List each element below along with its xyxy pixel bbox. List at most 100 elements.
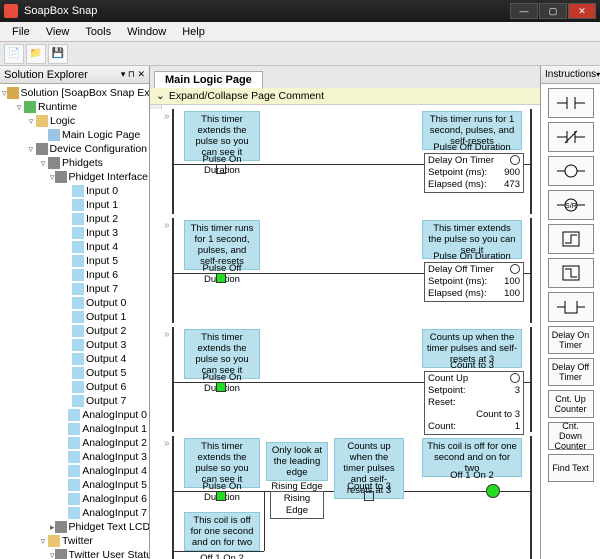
instruction-text[interactable]: Delay On Timer xyxy=(548,326,594,354)
ladder-rung[interactable]: »This timer runs for 1 second, pulses, a… xyxy=(172,218,532,323)
tree-twisty[interactable]: ▿ xyxy=(26,142,36,156)
coil-wrap xyxy=(486,484,500,498)
tree-item[interactable]: AnalogInput 5 xyxy=(0,478,149,492)
instruction-text[interactable]: Find Text xyxy=(548,454,594,482)
ladder-rung[interactable]: »This timer extends the pulse so you can… xyxy=(172,436,532,559)
tree-item[interactable]: Output 5 xyxy=(0,366,149,380)
tree-item[interactable]: ▿ Phidgets xyxy=(0,156,149,170)
tree-item[interactable]: Input 3 xyxy=(0,226,149,240)
comment-box[interactable]: This coil is off for one second and on f… xyxy=(184,512,260,551)
tree-item[interactable]: Input 1 xyxy=(0,198,149,212)
tree-label: Twitter xyxy=(62,534,93,548)
instructions-panel: Instructions ▾✕ S/R Delay On Timer Delay O… xyxy=(540,66,600,559)
output-coil[interactable] xyxy=(486,484,500,498)
tree-item[interactable]: AnalogInput 2 xyxy=(0,436,149,450)
menu-view[interactable]: View xyxy=(38,24,78,40)
open-button[interactable]: 📁 xyxy=(26,44,46,64)
menu-tools[interactable]: Tools xyxy=(77,24,119,40)
tree-label: Output 7 xyxy=(86,394,126,408)
tree-item[interactable]: ▿ Twitter xyxy=(0,534,149,548)
pin-icon[interactable]: ▾✕ xyxy=(596,70,600,79)
menu-file[interactable]: File xyxy=(4,24,38,40)
tree-item[interactable]: AnalogInput 6 xyxy=(0,492,149,506)
tree-item[interactable]: ▿ Runtime xyxy=(0,100,149,114)
chevron-down-icon: ⌄ xyxy=(156,90,165,102)
contact[interactable] xyxy=(216,382,226,392)
tree-item[interactable]: ▸Phidget Text LCD 2 x 20 xyxy=(0,520,149,534)
ladder-rung[interactable]: »This timer extends the pulse so you can… xyxy=(172,109,532,214)
instruction-text[interactable]: Cnt. Up Counter xyxy=(548,390,594,418)
instruction-symbol[interactable] xyxy=(548,156,594,186)
instruction-symbol[interactable]: S/R xyxy=(548,190,594,220)
instruction-text[interactable]: Delay Off Timer xyxy=(548,358,594,386)
tree-item[interactable]: AnalogInput 3 xyxy=(0,450,149,464)
pin-icon[interactable]: ▾ ⊓ ✕ xyxy=(121,69,145,80)
instruction-list: S/R Delay On Timer Delay Off Timer Cnt. Up … xyxy=(541,84,600,559)
save-button[interactable]: 💾 xyxy=(48,44,68,64)
tab-main-logic[interactable]: Main Logic Page xyxy=(154,71,263,88)
instructions-header[interactable]: Instructions ▾✕ xyxy=(541,66,600,84)
tree-item[interactable]: Output 2 xyxy=(0,324,149,338)
tree-item[interactable]: Input 7 xyxy=(0,282,149,296)
tree-item[interactable]: ▿Device Configuration xyxy=(0,142,149,156)
tree-item[interactable]: Input 0 xyxy=(0,184,149,198)
tree-twisty[interactable]: ▿ xyxy=(38,534,48,548)
function-box[interactable]: Rising Edge xyxy=(270,491,324,519)
tree-item[interactable]: ▿Twitter User Status Monitor xyxy=(0,548,149,559)
tree-label: Phidgets xyxy=(62,156,103,170)
ladder-rung[interactable]: »This timer extends the pulse so you can… xyxy=(172,327,532,432)
tree-item[interactable]: AnalogInput 0 xyxy=(0,408,149,422)
instruction-text[interactable]: Cnt. Down Counter xyxy=(548,422,594,450)
contact[interactable] xyxy=(216,273,226,283)
tree-item[interactable]: ▿Phidget Interface Kit 8-8-8 xyxy=(0,170,149,184)
tree-icon xyxy=(72,367,84,379)
tree-twisty[interactable]: ▿ xyxy=(26,114,36,128)
tree-item[interactable]: Output 7 xyxy=(0,394,149,408)
tree-item[interactable]: Input 5 xyxy=(0,254,149,268)
menu-help[interactable]: Help xyxy=(174,24,213,40)
menu-window[interactable]: Window xyxy=(119,24,174,40)
contact[interactable] xyxy=(216,491,226,501)
tree-item[interactable]: Output 3 xyxy=(0,338,149,352)
maximize-button[interactable]: ▢ xyxy=(539,3,567,19)
contact[interactable] xyxy=(216,164,226,174)
close-button[interactable]: ✕ xyxy=(568,3,596,19)
new-button[interactable]: 📄 xyxy=(4,44,24,64)
tree-icon xyxy=(72,381,84,393)
tree-item[interactable]: ▿Solution [SoapBox Snap Example] xyxy=(0,86,149,100)
tree-twisty[interactable]: ▿ xyxy=(14,100,24,114)
tree-icon xyxy=(68,479,80,491)
tree-icon xyxy=(72,241,84,253)
tree-icon xyxy=(68,493,80,505)
tree-item[interactable]: Input 6 xyxy=(0,268,149,282)
tree-label: Runtime xyxy=(38,100,77,114)
tree-item[interactable]: Main Logic Page xyxy=(0,128,149,142)
contact[interactable] xyxy=(364,491,374,501)
tree-item[interactable]: AnalogInput 7 xyxy=(0,506,149,520)
tree-item[interactable]: Output 4 xyxy=(0,352,149,366)
instruction-symbol[interactable] xyxy=(548,258,594,288)
function-block[interactable]: Count UpSetpoint:3Reset:Count to 3Count:… xyxy=(424,371,524,435)
instruction-symbol[interactable] xyxy=(548,224,594,254)
comment-box[interactable]: Only look at the leading edge xyxy=(266,442,328,481)
solution-explorer-header[interactable]: Solution Explorer ▾ ⊓ ✕ xyxy=(0,66,149,84)
tree-item[interactable]: Input 4 xyxy=(0,240,149,254)
expand-collapse-row[interactable]: ⌄ Expand/Collapse Page Comment xyxy=(150,88,540,105)
function-block[interactable]: Delay Off TimerSetpoint (ms):100Elapsed … xyxy=(424,262,524,302)
tree-item[interactable]: ▿Logic xyxy=(0,114,149,128)
tree-item[interactable]: AnalogInput 4 xyxy=(0,464,149,478)
tree-item[interactable]: Output 0 xyxy=(0,296,149,310)
tree-view[interactable]: ▿Solution [SoapBox Snap Example]▿Runtime… xyxy=(0,84,149,559)
function-block[interactable]: Delay On TimerSetpoint (ms):900Elapsed (… xyxy=(424,153,524,193)
canvas-scroll[interactable]: »This timer extends the pulse so you can… xyxy=(150,105,540,559)
minimize-button[interactable]: — xyxy=(510,3,538,19)
instruction-symbol[interactable] xyxy=(548,292,594,322)
tree-label: Input 1 xyxy=(86,198,118,212)
instruction-symbol[interactable] xyxy=(548,88,594,118)
instruction-symbol[interactable] xyxy=(548,122,594,152)
tree-item[interactable]: Input 2 xyxy=(0,212,149,226)
tree-item[interactable]: Output 6 xyxy=(0,380,149,394)
tree-item[interactable]: AnalogInput 1 xyxy=(0,422,149,436)
tree-twisty[interactable]: ▿ xyxy=(38,156,48,170)
tree-item[interactable]: Output 1 xyxy=(0,310,149,324)
